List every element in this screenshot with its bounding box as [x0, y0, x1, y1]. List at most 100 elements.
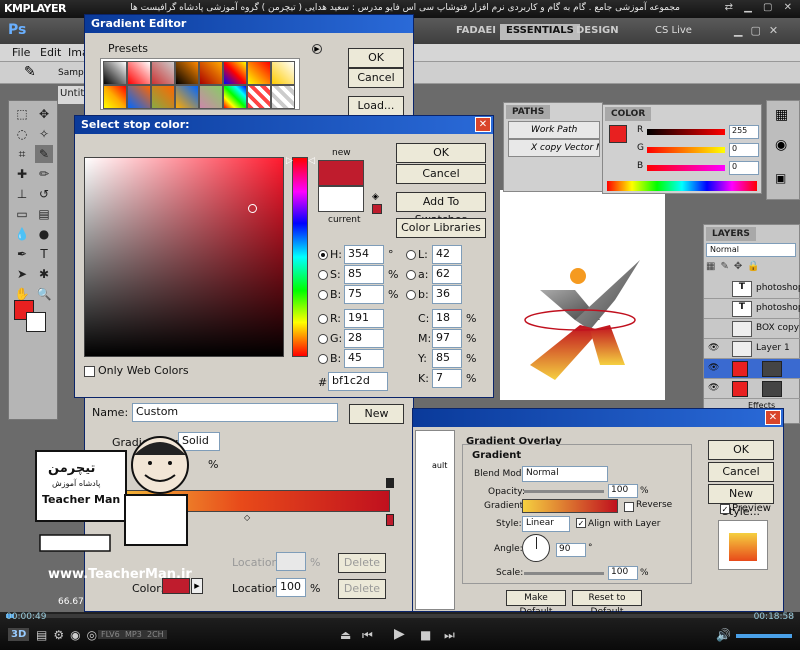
lab-b-field[interactable]: 36: [432, 285, 462, 304]
history-brush-icon[interactable]: ↺: [35, 185, 53, 203]
r-radio[interactable]: [318, 314, 328, 324]
k-field[interactable]: 7: [432, 369, 462, 388]
path-item[interactable]: Work Path: [508, 121, 600, 139]
r-slider[interactable]: [647, 129, 725, 135]
workspace-essentials[interactable]: ESSENTIALS: [500, 24, 580, 40]
only-web-colors-checkbox[interactable]: [84, 366, 95, 377]
b-slider[interactable]: [647, 165, 725, 171]
magic-wand-icon[interactable]: ✧: [35, 125, 53, 143]
angle-dial[interactable]: [522, 534, 550, 562]
preset-swatch[interactable]: [127, 61, 151, 85]
3d-button[interactable]: 3D: [8, 628, 30, 641]
gradient-icon[interactable]: ▤: [35, 205, 53, 223]
layer-row-selected[interactable]: 👁: [704, 359, 800, 379]
preset-swatch[interactable]: [271, 85, 295, 109]
h-radio[interactable]: [318, 250, 328, 260]
gradient-cancel-button[interactable]: Cancel: [348, 68, 404, 88]
brush-icon[interactable]: ✏: [35, 165, 53, 183]
pen-icon[interactable]: ✒: [13, 245, 31, 263]
eraser-icon[interactable]: ▭: [13, 205, 31, 223]
type-icon[interactable]: T: [35, 245, 53, 263]
next-icon[interactable]: ⏭: [444, 628, 455, 643]
stamp-icon[interactable]: ⊥: [13, 185, 31, 203]
document-canvas[interactable]: [500, 190, 665, 400]
visibility-eye-icon[interactable]: 👁: [708, 383, 719, 393]
mini-bridge-icon[interactable]: ▣: [775, 171, 786, 185]
b-field[interactable]: 0: [729, 161, 759, 175]
y-field[interactable]: 85: [432, 349, 462, 368]
color-menu-arrow-icon[interactable]: ▶: [191, 578, 203, 594]
overlay-cancel-button[interactable]: Cancel: [708, 462, 774, 482]
preset-swatch[interactable]: [151, 61, 175, 85]
stop-icon[interactable]: ■: [420, 628, 431, 642]
tab-paths[interactable]: PATHS: [506, 105, 551, 119]
player-settings-icons[interactable]: ▤⚙◉◎: [36, 628, 103, 642]
overlay-style-select[interactable]: Linear: [522, 516, 570, 532]
a-field[interactable]: 62: [432, 265, 462, 284]
color-location-field[interactable]: 100: [276, 578, 306, 597]
visibility-eye-icon[interactable]: 👁: [708, 363, 719, 373]
g-value-field[interactable]: 28: [344, 329, 384, 348]
cs-live-button[interactable]: CS Live: [655, 25, 692, 36]
midpoint-diamond-icon[interactable]: ◇: [244, 513, 250, 522]
blend-mode-select[interactable]: Normal: [706, 243, 796, 257]
stop-cancel-button[interactable]: Cancel: [396, 164, 486, 184]
delete-opacity-stop-button[interactable]: Delete: [338, 553, 386, 573]
align-checkbox[interactable]: ✓: [576, 518, 586, 528]
gradient-name-field[interactable]: Custom: [132, 403, 338, 422]
tab-color[interactable]: COLOR: [605, 107, 652, 121]
layer-row[interactable]: BOX copy: [704, 319, 800, 339]
preset-swatch[interactable]: [199, 85, 223, 109]
overlay-scale-field[interactable]: 100: [608, 566, 638, 580]
preset-swatch[interactable]: [103, 85, 127, 109]
g-slider[interactable]: [647, 147, 725, 153]
eyedropper-icon[interactable]: ✎: [24, 64, 36, 80]
preset-swatch[interactable]: [223, 85, 247, 109]
s-radio[interactable]: [318, 270, 328, 280]
hex-field[interactable]: bf1c2d: [328, 372, 388, 391]
gradient-load-button[interactable]: Load...: [348, 96, 404, 116]
preset-swatch[interactable]: [103, 61, 127, 85]
preview-checkbox[interactable]: ✓: [720, 504, 730, 514]
overlay-opacity-field[interactable]: 100: [608, 484, 638, 498]
eject-icon[interactable]: ⏏: [340, 628, 351, 642]
workspace-design[interactable]: DESIGN: [570, 24, 625, 40]
scale-slider[interactable]: [524, 572, 604, 575]
r-field[interactable]: 255: [729, 125, 759, 139]
preset-swatch[interactable]: [247, 61, 271, 85]
angle-field[interactable]: 90: [556, 543, 586, 557]
hue-arrow-right-icon[interactable]: ◁: [308, 156, 315, 166]
b-radio[interactable]: [318, 290, 328, 300]
l-radio[interactable]: [406, 250, 416, 260]
window-controls[interactable]: ⇄ ▁ ▢ ✕: [725, 2, 796, 13]
hue-slider[interactable]: [292, 157, 308, 357]
shape-icon[interactable]: ✱: [35, 265, 53, 283]
m-field[interactable]: 97: [432, 329, 462, 348]
h-field[interactable]: 354: [344, 245, 384, 264]
hue-arrow-left-icon[interactable]: ▷: [286, 156, 293, 166]
move-icon[interactable]: ✥: [35, 105, 53, 123]
tab-layers[interactable]: LAYERS: [706, 227, 756, 241]
healing-icon[interactable]: ✚: [13, 165, 31, 183]
preset-swatch[interactable]: [175, 85, 199, 109]
visibility-eye-icon[interactable]: 👁: [708, 343, 719, 353]
blue-radio[interactable]: [318, 354, 328, 364]
opacity-stop-icon[interactable]: [386, 478, 394, 488]
opacity-slider[interactable]: [524, 490, 604, 493]
s-field[interactable]: 85: [344, 265, 384, 284]
g-radio[interactable]: [318, 334, 328, 344]
gamut-warning-icon[interactable]: ◈: [372, 192, 379, 202]
lasso-icon[interactable]: ◌: [13, 125, 31, 143]
seek-bar[interactable]: [6, 614, 794, 618]
blur-icon[interactable]: 💧: [13, 225, 31, 243]
overlay-blend-select[interactable]: Normal: [522, 466, 608, 482]
crop-icon[interactable]: ⌗: [13, 145, 31, 163]
g-field[interactable]: 0: [729, 143, 759, 157]
c-field[interactable]: 18: [432, 309, 462, 328]
preset-swatch[interactable]: [247, 85, 271, 109]
layer-row[interactable]: T photoshop: [704, 299, 800, 319]
a-radio[interactable]: [406, 270, 416, 280]
volume-slider[interactable]: [736, 634, 792, 638]
dodge-icon[interactable]: ●: [35, 225, 53, 243]
menu-edit[interactable]: Edit: [40, 46, 61, 59]
